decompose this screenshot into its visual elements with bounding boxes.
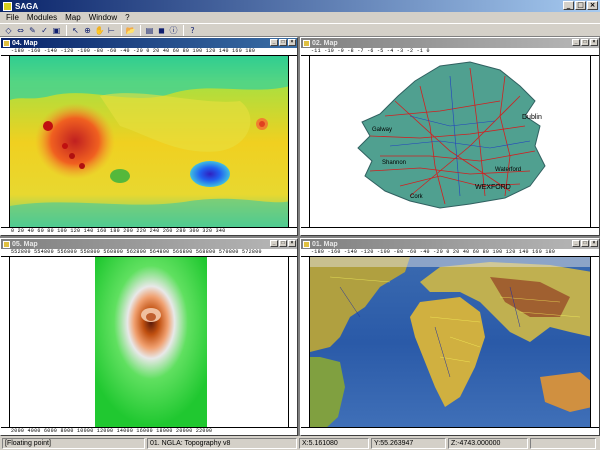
map-label-galway: Galway xyxy=(372,127,392,133)
map-icon xyxy=(303,240,310,248)
menu-help[interactable]: ? xyxy=(121,13,133,22)
toolbar: ◇ ⇔ ✎ ✓ ▣ ↖ ⊕ ✋ ⊢ 📂 ▤ ◼ ⓘ ? xyxy=(0,23,600,37)
minimize-button[interactable]: _ xyxy=(572,39,580,46)
zoom-icon[interactable]: ⊕ xyxy=(82,25,93,36)
app-title: SAGA xyxy=(15,1,39,11)
map-window-01[interactable]: 01. Map _ □ × -180 -160 -140 -120 -100 -… xyxy=(300,238,600,436)
toolbar-separator xyxy=(66,24,67,36)
map-window-04-titlebar[interactable]: 04. Map _ □ × xyxy=(1,38,297,48)
map-window-05-titlebar[interactable]: 05. Map _ □ × xyxy=(1,239,297,249)
toolbar-separator xyxy=(140,24,141,36)
new-map-icon[interactable]: ✓ xyxy=(39,25,50,36)
minimize-button[interactable]: _ xyxy=(270,240,278,247)
map-window-01-titlebar[interactable]: 01. Map _ □ × xyxy=(301,239,599,249)
map-label-wexford: WEXFORD xyxy=(475,184,511,191)
map-label-dublin: Dublin xyxy=(522,114,542,121)
open-file-icon[interactable]: 📂 xyxy=(125,25,136,36)
status-z-value: Z:-4743.000000 xyxy=(448,437,528,449)
data-icon[interactable]: ◼ xyxy=(156,25,167,36)
measure-icon[interactable]: ⊢ xyxy=(106,25,117,36)
open-module-icon[interactable]: ⇔ xyxy=(15,25,26,36)
map-label-shannon: Shannon xyxy=(382,160,406,166)
maximize-button[interactable]: □ xyxy=(575,1,586,10)
minimize-button[interactable]: _ xyxy=(572,240,580,247)
pan-icon[interactable]: ✋ xyxy=(94,25,105,36)
status-active-layer: 01. NGLA: Topography v8 xyxy=(147,437,297,449)
map-label-waterford: Waterford xyxy=(495,167,521,173)
map-canvas-volcano[interactable] xyxy=(10,257,288,427)
status-x-coordinate: X:5.161080 xyxy=(299,437,369,449)
close-button[interactable]: × xyxy=(587,1,598,10)
ruler-right xyxy=(590,56,599,227)
map-window-02-titlebar[interactable]: 02. Map _ □ × xyxy=(301,38,599,48)
map-canvas-ireland[interactable]: Dublin WEXFORD Shannon Waterford Cork Ga… xyxy=(310,56,590,227)
save-icon[interactable]: ✎ xyxy=(27,25,38,36)
menu-file[interactable]: File xyxy=(2,13,23,22)
ruler-top: 552800 554800 556800 558800 560800 56280… xyxy=(1,249,297,257)
menu-modules[interactable]: Modules xyxy=(23,13,61,22)
open-icon[interactable]: ◇ xyxy=(3,25,14,36)
ruler-right xyxy=(288,56,297,227)
map-window-04-title: 04. Map xyxy=(12,39,38,47)
ruler-right xyxy=(590,257,599,427)
mdi-workspace: 04. Map _ □ × -180 -160 -140 -120 -100 -… xyxy=(0,37,600,436)
statusbar: [Floating point] 01. NGLA: Topography v8… xyxy=(0,436,600,450)
status-empty xyxy=(530,437,596,449)
ruler-left xyxy=(301,257,310,427)
ruler-top: -11 -10 -9 -8 -7 -6 -5 -4 -3 -2 -1 0 xyxy=(301,48,599,56)
map-canvas-world[interactable] xyxy=(310,257,590,427)
close-button[interactable]: × xyxy=(288,39,296,46)
menu-window[interactable]: Window xyxy=(85,13,121,22)
ruler-bottom: 2000 4000 6000 8000 10000 12000 14000 16… xyxy=(1,427,297,435)
ruler-left xyxy=(1,257,10,427)
world-topography-image xyxy=(310,257,590,427)
maximize-button[interactable]: □ xyxy=(279,240,287,247)
map-label-cork: Cork xyxy=(410,194,424,200)
status-data-type: [Floating point] xyxy=(2,437,145,449)
maximize-button[interactable]: □ xyxy=(279,39,287,46)
app-titlebar: SAGA _ □ × xyxy=(0,0,600,12)
status-y-coordinate: Y:55.263947 xyxy=(371,437,446,449)
ruler-left xyxy=(301,56,310,227)
close-button[interactable]: × xyxy=(288,240,296,247)
window-controls: _ □ × xyxy=(563,1,598,10)
close-button[interactable]: × xyxy=(590,39,598,46)
ruler-top: -180 -160 -140 -120 -100 -80 -60 -40 -20… xyxy=(1,48,297,56)
minimize-button[interactable]: _ xyxy=(563,1,574,10)
pointer-icon[interactable]: ↖ xyxy=(70,25,81,36)
map-window-05-title: 05. Map xyxy=(12,240,38,248)
close-button[interactable]: × xyxy=(590,240,598,247)
window-icon[interactable]: ▣ xyxy=(51,25,62,36)
menubar: File Modules Map Window ? xyxy=(0,12,600,23)
help-icon[interactable]: ? xyxy=(187,25,198,36)
maximize-button[interactable]: □ xyxy=(581,39,589,46)
menu-map[interactable]: Map xyxy=(61,13,85,22)
workspace-icon[interactable]: ▤ xyxy=(144,25,155,36)
maximize-button[interactable]: □ xyxy=(581,240,589,247)
ruler-bottom xyxy=(301,427,599,435)
ruler-right xyxy=(288,257,297,427)
saga-logo-icon xyxy=(3,1,12,11)
map-icon xyxy=(303,39,310,47)
ruler-left xyxy=(1,56,10,227)
ruler-bottom xyxy=(301,227,599,235)
info-icon[interactable]: ⓘ xyxy=(168,25,179,36)
ruler-bottom: 0 20 40 60 80 100 120 140 160 180 200 22… xyxy=(1,227,297,235)
map-window-05[interactable]: 05. Map _ □ × 552800 554800 556800 55880… xyxy=(0,238,298,436)
mars-topography-image xyxy=(10,56,288,227)
toolbar-separator xyxy=(183,24,184,36)
map-window-02-title: 02. Map xyxy=(312,39,338,47)
map-window-04[interactable]: 04. Map _ □ × -180 -160 -140 -120 -100 -… xyxy=(0,37,298,236)
ireland-road-network-image: Dublin WEXFORD Shannon Waterford Cork Ga… xyxy=(357,61,546,209)
map-icon xyxy=(3,39,10,47)
minimize-button[interactable]: _ xyxy=(270,39,278,46)
map-window-02[interactable]: 02. Map _ □ × -11 -10 -9 -8 -7 -6 -5 -4 … xyxy=(300,37,600,236)
volcano-dem-image xyxy=(95,257,207,427)
map-window-01-title: 01. Map xyxy=(312,240,338,248)
toolbar-separator xyxy=(121,24,122,36)
ruler-top: -180 -160 -140 -120 -100 -80 -60 -40 -20… xyxy=(301,249,599,257)
map-canvas-mars[interactable] xyxy=(10,56,288,227)
map-icon xyxy=(3,240,10,248)
